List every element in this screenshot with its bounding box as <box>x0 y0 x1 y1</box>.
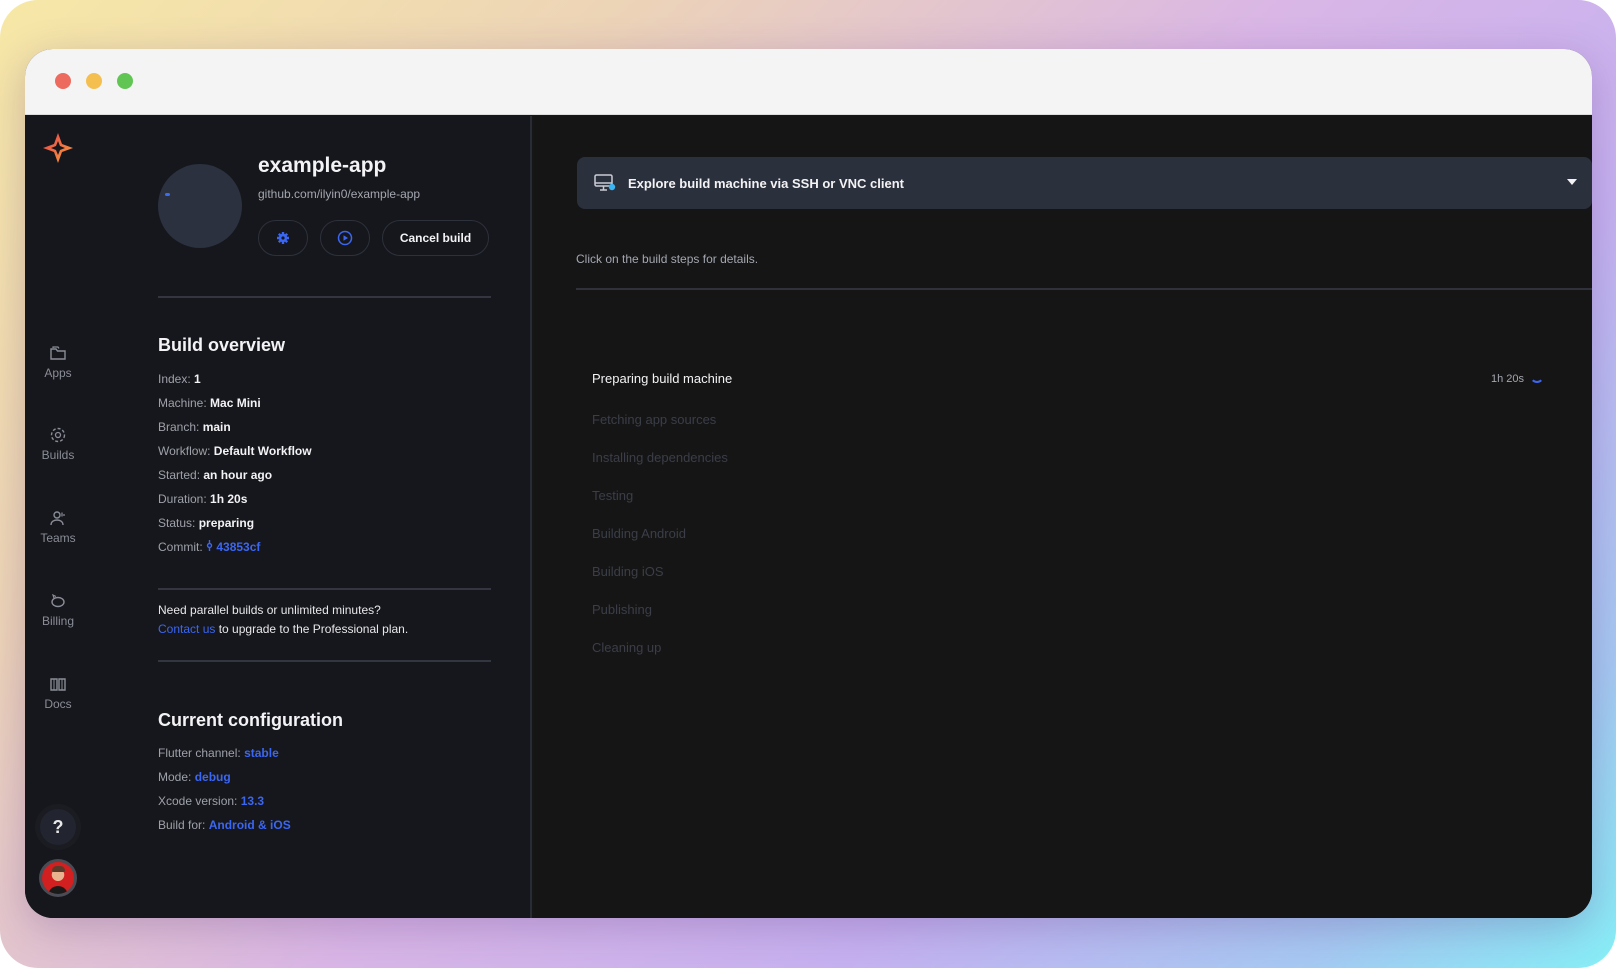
build-step-publishing[interactable]: Publishing <box>592 602 652 617</box>
divider <box>158 296 491 298</box>
gear-icon <box>277 232 289 244</box>
rail-item-docs[interactable]: Docs <box>25 675 91 711</box>
cancel-build-button[interactable]: Cancel build <box>382 220 489 256</box>
window-titlebar <box>25 49 1592 115</box>
app-settings-button[interactable] <box>258 220 308 256</box>
overview-row-index: Index: 1 <box>158 372 201 386</box>
commit-link[interactable]: 43853cf <box>206 540 260 554</box>
app-repo-link[interactable]: github.com/ilyin0/example-app <box>258 187 420 201</box>
teams-icon <box>50 511 65 526</box>
overview-row-branch: Branch: main <box>158 420 231 434</box>
loading-spinner-icon <box>1530 369 1544 383</box>
build-step-cleaning-up[interactable]: Cleaning up <box>592 640 661 655</box>
build-steps-hint: Click on the build steps for details. <box>576 252 759 266</box>
build-step-building-android[interactable]: Building Android <box>592 526 686 541</box>
chevron-down-icon <box>1567 179 1577 185</box>
app-title: example-app <box>258 154 387 177</box>
config-row-xcode-version: Xcode version: 13.3 <box>158 794 265 808</box>
config-row-mode: Mode: debug <box>158 770 231 784</box>
build-step-installing[interactable]: Installing dependencies <box>592 450 728 465</box>
contact-us-link[interactable]: Contact us <box>158 622 215 636</box>
app-window: Apps Builds Teams Billing Docs ? example… <box>25 49 1592 918</box>
rail-item-apps[interactable]: Apps <box>25 344 91 380</box>
overview-row-machine: Machine: Mac Mini <box>158 396 261 410</box>
rail-item-builds[interactable]: Builds <box>25 426 91 462</box>
overview-row-status: Status: preparing <box>158 516 255 530</box>
codemagic-logo-icon[interactable] <box>41 131 75 165</box>
build-step-duration: 1h 20s <box>1490 373 1524 385</box>
overview-row-commit: Commit: 43853cf <box>158 540 261 554</box>
maximize-window-button[interactable] <box>117 73 133 89</box>
divider <box>158 660 491 662</box>
help-button[interactable]: ? <box>40 809 76 845</box>
build-step-testing[interactable]: Testing <box>592 488 633 503</box>
ssh-vnc-dropdown[interactable]: Explore build machine via SSH or VNC cli… <box>577 157 1592 209</box>
rail-label-builds: Builds <box>41 448 75 462</box>
build-overview-title: Build overview <box>158 335 286 355</box>
app-icon <box>158 164 242 248</box>
commit-icon <box>206 540 213 551</box>
divider <box>158 588 491 590</box>
rail-label-billing: Billing <box>41 614 74 628</box>
overview-row-duration: Duration: 1h 20s <box>158 492 248 506</box>
config-row-flutter-channel: Flutter channel: stable <box>158 746 279 760</box>
build-step-preparing[interactable]: Preparing build machine <box>592 371 732 386</box>
build-step-building-ios[interactable]: Building iOS <box>592 564 664 579</box>
rail-label-teams: Teams <box>40 531 76 545</box>
close-window-button[interactable] <box>55 73 71 89</box>
upgrade-promo: Need parallel builds or unlimited minute… <box>158 603 409 636</box>
ssh-vnc-label: Explore build machine via SSH or VNC cli… <box>628 175 904 191</box>
user-avatar[interactable] <box>39 859 77 897</box>
rail-item-billing[interactable]: Billing <box>25 592 91 628</box>
piggy-bank-icon <box>51 593 65 608</box>
build-info-panel: example-app github.com/ilyin0/example-ap… <box>91 116 532 918</box>
build-steps-area: Explore build machine via SSH or VNC cli… <box>534 116 1592 918</box>
overview-row-started: Started: an hour ago <box>158 468 273 482</box>
rail-item-teams[interactable]: Teams <box>25 509 91 545</box>
rail-label-docs: Docs <box>44 697 72 711</box>
minimize-window-button[interactable] <box>86 73 102 89</box>
current-configuration-title: Current configuration <box>158 710 343 730</box>
nav-rail: Apps Builds Teams Billing Docs ? <box>25 116 91 918</box>
start-build-button[interactable] <box>320 220 370 256</box>
play-circle-icon <box>337 230 353 246</box>
book-icon <box>50 678 66 691</box>
monitor-icon <box>594 174 616 191</box>
rail-label-apps: Apps <box>44 366 72 380</box>
divider <box>576 288 1592 290</box>
builds-icon <box>50 427 66 443</box>
overview-row-workflow: Workflow: Default Workflow <box>158 444 312 458</box>
build-step-fetching[interactable]: Fetching app sources <box>592 412 716 427</box>
config-row-build-for: Build for: Android & iOS <box>158 818 291 832</box>
folder-icon <box>50 346 66 360</box>
